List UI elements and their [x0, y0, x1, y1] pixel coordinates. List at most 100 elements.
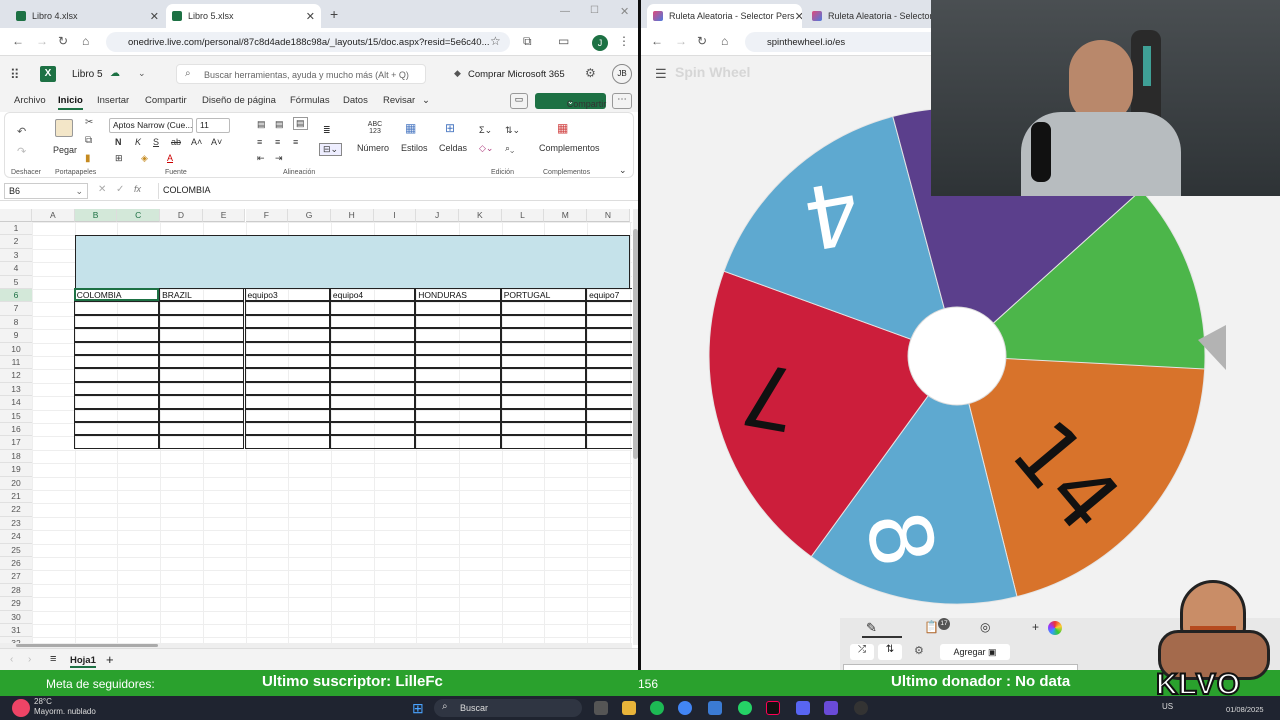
cancel-entry-icon[interactable]: ✕	[98, 184, 106, 195]
copy-icon[interactable]: ⧉	[85, 135, 92, 146]
language-indicator[interactable]: US	[1162, 702, 1173, 711]
row-header-4[interactable]: 4	[0, 262, 32, 276]
table-cell[interactable]	[329, 395, 416, 409]
font-color-icon[interactable]: A	[167, 153, 173, 163]
tab-revisar[interactable]: Revisar	[383, 95, 415, 106]
number-button[interactable]: Número	[357, 143, 389, 153]
table-cell[interactable]	[159, 408, 245, 422]
cut-icon[interactable]: ✂	[85, 117, 93, 128]
row-header-28[interactable]: 28	[0, 583, 32, 598]
row-header-7[interactable]: 7	[0, 302, 32, 316]
more-options-icon[interactable]: ⋯	[612, 93, 632, 109]
taskbar-search[interactable]: ⌕ Buscar	[434, 699, 582, 717]
row-header-12[interactable]: 12	[0, 369, 32, 383]
number-format-icon[interactable]: ABC 123	[365, 121, 385, 135]
table-cell[interactable]	[500, 341, 587, 355]
borders-icon[interactable]: ⊞	[115, 153, 123, 164]
bold-icon[interactable]: N	[115, 137, 122, 147]
edit-pencil-icon[interactable]: ✎	[866, 620, 877, 636]
styles-icon[interactable]: ▦	[405, 121, 416, 135]
addins-button[interactable]: Complementos	[539, 143, 600, 153]
table-cell[interactable]	[159, 328, 245, 342]
tab-compartir[interactable]: Compartir	[145, 95, 187, 106]
windows-start-icon[interactable]: ⊞	[412, 700, 424, 717]
whatsapp-icon[interactable]	[738, 701, 752, 715]
comments-icon[interactable]: ▭	[510, 93, 528, 109]
align-center-icon[interactable]: ≡	[275, 137, 280, 147]
table-cell[interactable]	[586, 314, 632, 329]
column-header-H[interactable]: H	[330, 209, 374, 222]
column-header-I[interactable]: I	[373, 209, 417, 222]
sort-icon[interactable]: ⇅	[878, 644, 902, 660]
shuffle-icon[interactable]: ⤮	[850, 644, 874, 660]
table-cell[interactable]	[586, 395, 632, 409]
table-cell[interactable]	[586, 328, 632, 342]
paste-icon[interactable]	[55, 119, 73, 137]
tab-diseno[interactable]: Diseño de página	[202, 95, 276, 106]
close-window-icon[interactable]: ✕	[620, 5, 629, 18]
table-cell[interactable]	[586, 368, 632, 382]
underline-icon[interactable]: S	[153, 137, 159, 147]
home-icon[interactable]: ⌂	[82, 34, 89, 48]
hide-eye-icon[interactable]: ◎	[980, 620, 990, 634]
sort-filter-icon[interactable]: ⇅⌄	[505, 125, 520, 136]
table-cell[interactable]	[159, 435, 245, 449]
team-header-cell[interactable]: equipo7	[586, 288, 632, 302]
table-cell[interactable]	[329, 368, 416, 382]
paste-label[interactable]: Pegar	[53, 145, 77, 155]
column-header-L[interactable]: L	[501, 209, 545, 222]
team-header-cell[interactable]: equipo4	[329, 288, 416, 302]
confirm-entry-icon[interactable]: ✓	[116, 184, 124, 195]
all-sheets-icon[interactable]: ≡	[50, 653, 56, 665]
table-cell[interactable]	[73, 381, 160, 396]
team-header-cell[interactable]: equipo3	[244, 288, 330, 302]
find-icon[interactable]: ⌕⌄	[505, 143, 514, 154]
table-cell[interactable]	[329, 301, 416, 315]
italic-icon[interactable]: K	[135, 137, 141, 147]
name-box[interactable]: B6 ⌄	[4, 183, 88, 199]
table-cell[interactable]	[159, 355, 245, 369]
align-top-icon[interactable]: ▤	[257, 119, 266, 130]
align-middle-icon[interactable]: ▤	[275, 119, 284, 130]
row-header-23[interactable]: 23	[0, 516, 32, 531]
table-cell[interactable]	[244, 408, 330, 422]
table-cell[interactable]	[244, 341, 330, 355]
reload-icon[interactable]: ↻	[58, 34, 68, 48]
weather-temp[interactable]: 28°C	[34, 697, 52, 706]
prev-sheet-icon[interactable]: ‹	[10, 654, 13, 665]
cells-icon[interactable]: ⊞	[445, 121, 455, 135]
table-cell[interactable]	[500, 395, 587, 409]
column-header-F[interactable]: F	[245, 209, 289, 222]
tab-inicio[interactable]: Inicio	[58, 95, 83, 110]
align-bottom-icon[interactable]: ▤	[293, 117, 308, 130]
clipboard-icon[interactable]: 📋	[924, 620, 939, 634]
settings-gear-icon[interactable]: ⚙	[585, 66, 596, 80]
taskbar-date[interactable]: 01/08/2025	[1226, 705, 1264, 714]
discord-icon[interactable]	[796, 701, 810, 715]
column-header-D[interactable]: D	[160, 209, 203, 222]
row-header-29[interactable]: 29	[0, 597, 32, 611]
table-cell[interactable]	[73, 301, 160, 315]
row-header-20[interactable]: 20	[0, 476, 32, 490]
column-header-K[interactable]: K	[459, 209, 502, 222]
table-cell[interactable]	[329, 422, 416, 436]
insert-function-icon[interactable]: fx	[134, 184, 141, 194]
table-cell[interactable]	[329, 435, 416, 449]
font-size-select[interactable]: 11	[196, 118, 230, 133]
back-icon[interactable]: ←	[12, 34, 24, 48]
indent-decrease-icon[interactable]: ⇤	[257, 153, 265, 164]
column-header-B[interactable]: B	[74, 209, 118, 222]
add-entry-button[interactable]: Agregar ▣	[940, 644, 1010, 660]
table-cell[interactable]	[415, 328, 501, 342]
add-plus-icon[interactable]: +	[1032, 620, 1039, 634]
table-cell[interactable]	[586, 355, 632, 369]
team-header-cell[interactable]: COLOMBIA	[73, 288, 160, 302]
table-cell[interactable]	[415, 395, 501, 409]
row-header-15[interactable]: 15	[0, 409, 32, 423]
table-cell[interactable]	[244, 381, 330, 396]
table-cell[interactable]	[586, 381, 632, 396]
table-cell[interactable]	[244, 368, 330, 382]
table-cell[interactable]	[415, 368, 501, 382]
sheet-tab-hoja1[interactable]: Hoja1	[70, 655, 96, 668]
table-cell[interactable]	[73, 368, 160, 382]
